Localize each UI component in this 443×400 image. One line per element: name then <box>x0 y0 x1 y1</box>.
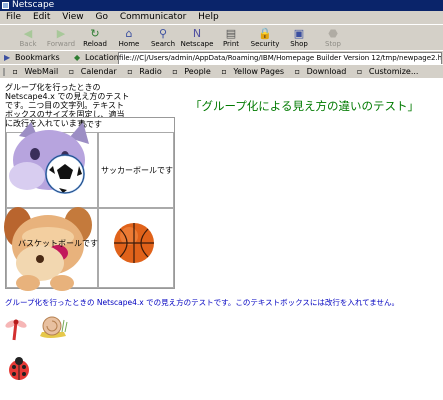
bookmarks-icon: ▶ <box>4 53 11 62</box>
menu-help[interactable]: Help <box>198 12 219 22</box>
personal-item-people[interactable]: ▫ People <box>172 65 215 78</box>
print-button[interactable]: ▤ Print <box>214 27 248 51</box>
menu-bar: File Edit View Go Communicator Help <box>0 11 443 24</box>
security-button[interactable]: 🔒 Security <box>248 27 282 51</box>
menu-edit[interactable]: Edit <box>33 12 50 22</box>
bookmark-icon: ▫ <box>294 67 301 76</box>
forward-arrow-icon: ▶ <box>56 27 66 40</box>
reload-icon: ↻ <box>90 27 100 40</box>
personal-item-webmail[interactable]: ▫ WebMail <box>13 65 63 78</box>
netscape-icon: N <box>192 27 202 40</box>
page-heading: 「グループ化による見え方の違いのテスト」 <box>190 99 419 113</box>
dragonfly-image <box>5 319 27 341</box>
bookmark-icon: ▫ <box>127 67 133 76</box>
menu-communicator[interactable]: Communicator <box>120 12 186 22</box>
shop-icon: ▣ <box>293 27 305 40</box>
personal-item-download[interactable]: ▫ Download <box>295 65 351 78</box>
bookmark-icon: ▫ <box>172 67 178 76</box>
personal-item-yellow-pages[interactable]: ▫ Yellow Pages <box>221 65 288 78</box>
dog-image <box>4 207 92 291</box>
title-bar: Netscape <box>0 0 443 11</box>
forward-button[interactable]: ▶ Forward <box>44 27 78 51</box>
snail-image <box>40 316 68 338</box>
soccer-text: サッカーボールです <box>101 166 173 175</box>
ladybug-image <box>9 357 29 380</box>
search-button[interactable]: ⚲ Search <box>146 27 180 51</box>
page-proxy-icon: ◆ <box>74 53 81 62</box>
bottom-text: グループ化を行ったときの Netscape4.x での見え方のテストです。このテ… <box>5 298 400 307</box>
personal-toolbar: ‖ ▫ WebMail ▫ Calendar ▫ Radio ▫ People … <box>0 64 443 79</box>
lock-icon: 🔒 <box>258 27 272 40</box>
menu-file[interactable]: File <box>6 12 21 22</box>
menu-go[interactable]: Go <box>95 12 107 22</box>
reload-button[interactable]: ↻ Reload <box>78 27 112 51</box>
bookmarks-button[interactable]: Bookmarks <box>15 51 60 65</box>
back-button[interactable]: ◀ Back <box>11 27 45 51</box>
basketball-text: バスケットボールです <box>18 239 98 248</box>
basketball-image <box>114 223 154 263</box>
home-button[interactable]: ⌂ Home <box>112 27 146 51</box>
toolbar-grip-icon: ‖ <box>2 67 6 76</box>
navigation-toolbar: ◀ Back ▶ Forward ↻ Reload ⌂ Home ⚲ Searc… <box>0 24 443 51</box>
table-cell-soccer-text: サッカーボールです <box>98 132 174 208</box>
location-bar: ▶ Bookmarks ◆ Location: file:///C|/Users… <box>0 50 443 65</box>
window-title: Netscape <box>12 0 55 10</box>
back-arrow-icon: ◀ <box>23 27 33 40</box>
print-icon: ▤ <box>225 27 237 40</box>
page-content: グループ化を行ったときの Netscape4.x での見え方のテストです。二つ目… <box>0 78 443 400</box>
netscape-button[interactable]: N Netscape <box>180 27 214 51</box>
bookmark-icon: ▫ <box>12 67 18 76</box>
netscape-window-icon <box>2 2 9 9</box>
bookmark-icon: ▫ <box>356 67 363 76</box>
bookmark-icon: ▫ <box>221 67 227 76</box>
search-icon: ⚲ <box>158 27 168 40</box>
stop-icon: ⬣ <box>328 27 338 40</box>
stop-button[interactable]: ⬣ Stop <box>316 27 350 51</box>
cat-with-soccer-ball-image <box>9 122 89 194</box>
menu-view[interactable]: View <box>62 12 83 22</box>
bookmark-icon: ▫ <box>68 67 75 76</box>
personal-item-radio[interactable]: ▫ Radio <box>127 65 165 78</box>
shop-button[interactable]: ▣ Shop <box>282 27 316 51</box>
location-label: Location: <box>85 53 122 62</box>
personal-item-customize[interactable]: ▫ Customize... <box>357 65 423 78</box>
personal-item-calendar[interactable]: ▫ Calendar <box>69 65 121 78</box>
home-icon: ⌂ <box>125 27 133 40</box>
